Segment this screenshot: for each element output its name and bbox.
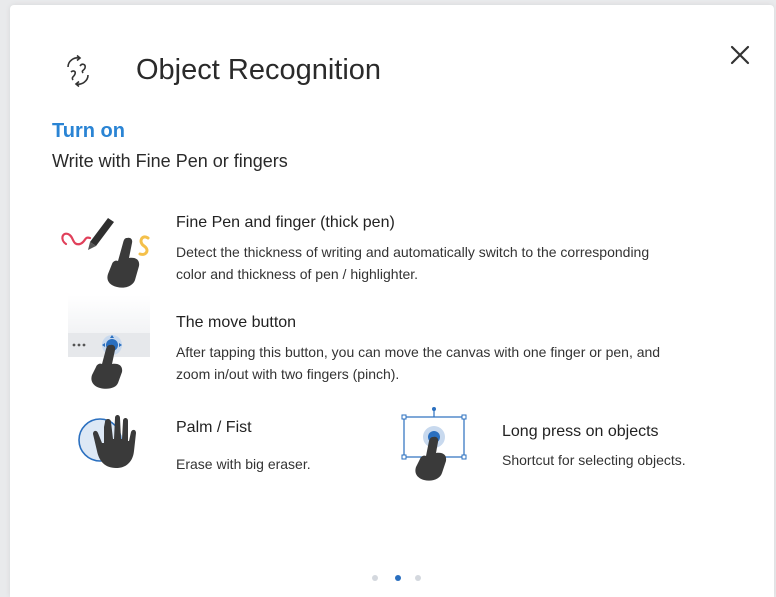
page-dot-1[interactable] [372, 575, 378, 581]
feature-title-palm: Palm / Fist [176, 419, 252, 436]
pen-and-finger-icon [61, 218, 150, 288]
dialog-title: Object Recognition [136, 54, 382, 86]
feature-desc-pen-line2: color and thickness of pen / highlighter… [176, 266, 419, 282]
long-press-icon [401, 407, 467, 481]
object-recognition-icon [67, 54, 89, 88]
feature-title-move: The move button [176, 314, 297, 331]
feature-desc-palm: Erase with big eraser. [176, 456, 311, 472]
object-recognition-dialog: Object Recognition Turn on Write with Fi… [10, 5, 774, 597]
turn-on-link[interactable]: Turn on [52, 119, 125, 143]
feature-title-long-press: Long press on objects [502, 423, 659, 440]
page-dot-3[interactable] [415, 575, 421, 581]
close-icon[interactable] [726, 41, 754, 69]
feature-title-pen: Fine Pen and finger (thick pen) [176, 214, 395, 231]
feature-desc-long-press: Shortcut for selecting objects. [502, 452, 686, 468]
feature-desc-pen-line1: Detect the thickness of writing and auto… [176, 244, 650, 260]
move-button-icon [68, 295, 150, 389]
palm-icon [78, 415, 136, 468]
feature-desc-move-line1: After tapping this button, you can move … [176, 344, 661, 360]
feature-desc-move-line2: zoom in/out with two fingers (pinch). [176, 366, 400, 382]
subtitle: Write with Fine Pen or fingers [52, 151, 288, 171]
page-dot-2[interactable] [395, 575, 401, 581]
